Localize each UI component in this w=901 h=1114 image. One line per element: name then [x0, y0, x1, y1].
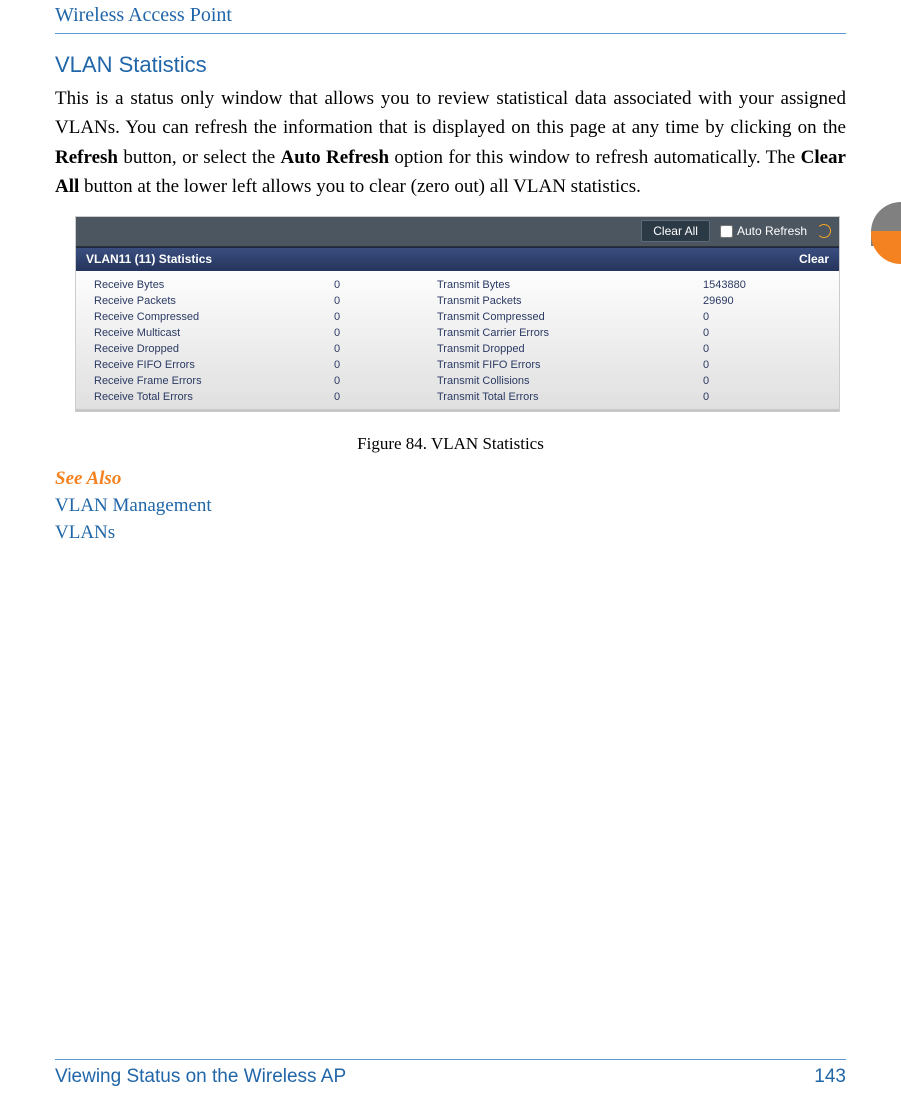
rx-value: 0: [334, 327, 437, 339]
tx-label: Transmit Dropped: [437, 343, 703, 355]
tx-value: 0: [703, 311, 829, 323]
tx-value: 0: [703, 359, 829, 371]
stats-table: Receive Bytes0Transmit Bytes1543880Recei…: [76, 271, 839, 411]
body-bold-auto-refresh: Auto Refresh: [281, 147, 389, 168]
rx-value: 0: [334, 391, 437, 403]
table-row: Receive FIFO Errors0Transmit FIFO Errors…: [76, 357, 839, 373]
body-text-part: option for this window to refresh automa…: [389, 147, 801, 168]
tx-value: 0: [703, 343, 829, 355]
table-row: Receive Frame Errors0Transmit Collisions…: [76, 373, 839, 389]
running-header: Wireless Access Point: [55, 0, 846, 33]
page-number: 143: [814, 1066, 846, 1088]
section-title: VLAN Statistics: [55, 52, 846, 78]
section-body: This is a status only window that allows…: [55, 84, 846, 202]
auto-refresh-label: Auto Refresh: [737, 224, 807, 238]
body-text-part: This is a status only window that allows…: [55, 88, 846, 138]
tx-value: 1543880: [703, 279, 829, 291]
thumb-orange: [871, 231, 901, 264]
table-row: Receive Compressed0Transmit Compressed0: [76, 309, 839, 325]
link-vlan-management[interactable]: VLAN Management: [55, 492, 846, 520]
see-also-heading: See Also: [55, 468, 846, 490]
rx-label: Receive Total Errors: [86, 391, 334, 403]
rx-label: Receive Dropped: [86, 343, 334, 355]
tx-label: Transmit FIFO Errors: [437, 359, 703, 371]
header-rule: [55, 33, 846, 34]
tx-label: Transmit Carrier Errors: [437, 327, 703, 339]
table-row: Receive Bytes0Transmit Bytes1543880: [76, 277, 839, 293]
tx-value: 0: [703, 391, 829, 403]
figure-caption: Figure 84. VLAN Statistics: [55, 434, 846, 454]
clear-button[interactable]: Clear: [799, 252, 829, 266]
tx-value: 0: [703, 327, 829, 339]
figure-subheader: VLAN11 (11) Statistics Clear: [76, 247, 839, 271]
table-row: Receive Multicast0Transmit Carrier Error…: [76, 325, 839, 341]
rx-value: 0: [334, 279, 437, 291]
tx-label: Transmit Packets: [437, 295, 703, 307]
link-vlans[interactable]: VLANs: [55, 519, 846, 547]
footer-section-title: Viewing Status on the Wireless AP: [55, 1066, 346, 1088]
table-row: Receive Total Errors0Transmit Total Erro…: [76, 389, 839, 405]
rx-value: 0: [334, 359, 437, 371]
figure-toolbar: Clear All Auto Refresh: [76, 217, 839, 247]
tx-label: Transmit Compressed: [437, 311, 703, 323]
refresh-icon[interactable]: [817, 224, 831, 238]
auto-refresh-toggle[interactable]: Auto Refresh: [720, 224, 807, 238]
tx-value: 0: [703, 375, 829, 387]
auto-refresh-checkbox[interactable]: [720, 225, 733, 238]
rx-label: Receive Multicast: [86, 327, 334, 339]
footer-rule: [55, 1059, 846, 1060]
tx-label: Transmit Collisions: [437, 375, 703, 387]
rx-label: Receive Bytes: [86, 279, 334, 291]
table-row: Receive Dropped0Transmit Dropped0: [76, 341, 839, 357]
rx-label: Receive FIFO Errors: [86, 359, 334, 371]
body-bold-refresh: Refresh: [55, 147, 118, 168]
figure-vlan-statistics: Clear All Auto Refresh VLAN11 (11) Stati…: [75, 216, 840, 412]
table-row: Receive Packets0Transmit Packets29690: [76, 293, 839, 309]
tx-label: Transmit Total Errors: [437, 391, 703, 403]
page-footer: Viewing Status on the Wireless AP 143: [55, 1059, 846, 1088]
clear-all-button[interactable]: Clear All: [641, 220, 710, 242]
body-text-part: button, or select the: [118, 147, 281, 168]
tx-label: Transmit Bytes: [437, 279, 703, 291]
rx-value: 0: [334, 343, 437, 355]
rx-value: 0: [334, 375, 437, 387]
vlan-stats-title: VLAN11 (11) Statistics: [86, 252, 212, 266]
rx-value: 0: [334, 295, 437, 307]
rx-label: Receive Compressed: [86, 311, 334, 323]
rx-label: Receive Frame Errors: [86, 375, 334, 387]
tx-value: 29690: [703, 295, 829, 307]
body-text-part: button at the lower left allows you to c…: [79, 176, 641, 197]
rx-value: 0: [334, 311, 437, 323]
rx-label: Receive Packets: [86, 295, 334, 307]
page-thumb-tab: [871, 202, 901, 264]
